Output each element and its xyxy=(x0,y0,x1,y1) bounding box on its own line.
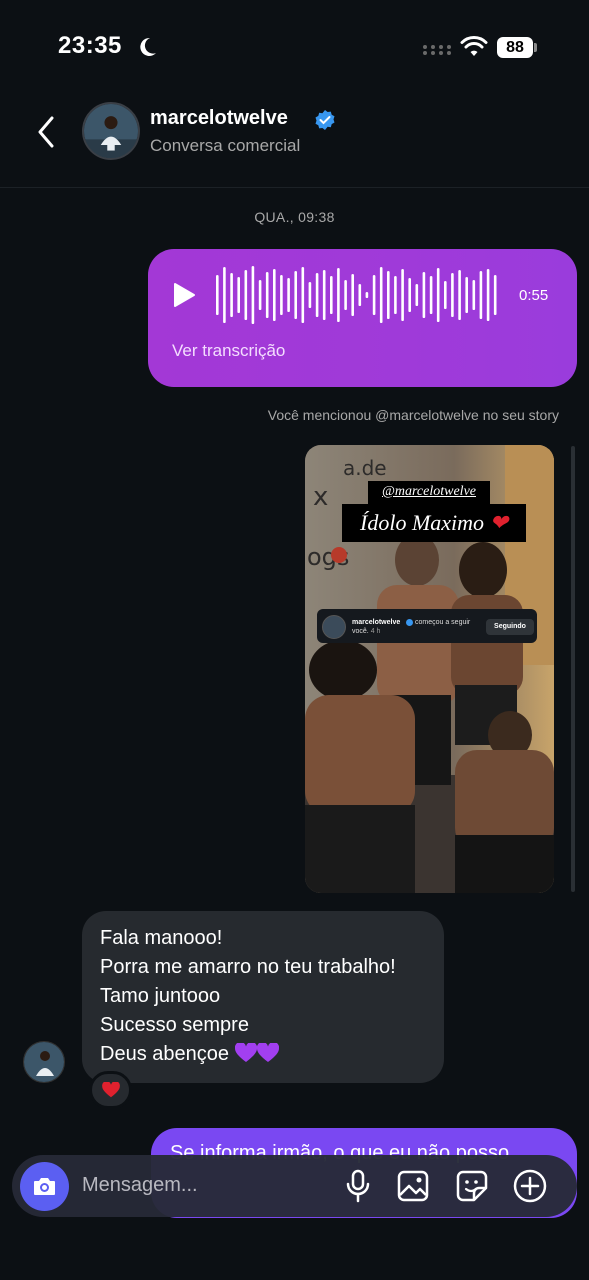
chat-username[interactable]: marcelotwelve xyxy=(150,107,288,130)
chevron-left-icon[interactable] xyxy=(34,114,60,150)
waveform[interactable] xyxy=(215,262,500,328)
waveform-bar xyxy=(444,281,447,309)
gallery-icon[interactable] xyxy=(396,1169,430,1203)
story-mention-note: Você mencionou @marcelotwelve no seu sto… xyxy=(267,407,559,423)
waveform-bar xyxy=(394,276,397,314)
follow-card-line2: você. 4 h xyxy=(352,628,381,635)
waveform-bar xyxy=(287,278,290,312)
waveform-bar xyxy=(322,270,326,320)
waveform-bar xyxy=(337,268,340,322)
microphone-icon[interactable] xyxy=(344,1169,372,1203)
red-heart-icon xyxy=(102,1082,120,1098)
waveform-bar xyxy=(230,273,233,317)
received-message-text: Fala manooo! Porra me amarro no teu trab… xyxy=(100,927,396,1065)
story-title: Ídolo Maximo ❤ xyxy=(360,510,508,535)
camera-button[interactable] xyxy=(20,1162,69,1211)
red-heart-icon: ❤ xyxy=(489,510,508,535)
waveform-bar xyxy=(216,275,219,315)
waveform-bar xyxy=(451,273,454,317)
waveform-bar xyxy=(223,267,226,323)
header-avatar[interactable] xyxy=(82,102,140,160)
purple-heart-icon xyxy=(256,1043,279,1062)
waveform-bar xyxy=(372,275,376,315)
story-scrollbar[interactable] xyxy=(571,446,575,892)
waveform-bar xyxy=(465,277,468,313)
waveform-bar xyxy=(265,272,269,318)
wifi-icon xyxy=(460,36,488,56)
waveform-bar xyxy=(472,280,476,310)
waveform-bar xyxy=(429,276,433,314)
signal-dots-icon xyxy=(423,45,451,55)
story-mention-tag: @marcelotwelve xyxy=(382,484,476,499)
header-divider xyxy=(0,187,589,188)
waveform-bar xyxy=(308,282,312,308)
waveform-bar xyxy=(251,266,255,324)
waveform-bar xyxy=(422,272,426,318)
waveform-bar xyxy=(387,271,390,319)
verified-badge-icon xyxy=(315,110,335,130)
follow-card-action: começou a seguir xyxy=(415,619,471,626)
waveform-bar xyxy=(280,275,283,315)
waveform-bar xyxy=(458,270,461,320)
svg-text:a.de: a.de xyxy=(343,456,387,480)
waveform-bar xyxy=(301,267,305,323)
sender-avatar[interactable] xyxy=(23,1041,65,1083)
waveform-bar xyxy=(415,284,419,306)
play-icon[interactable] xyxy=(172,282,196,308)
follow-card-avatar xyxy=(322,615,346,639)
waveform-bar xyxy=(237,277,240,313)
camera-icon xyxy=(34,1178,55,1195)
add-icon[interactable] xyxy=(512,1168,548,1204)
view-transcript-link[interactable]: Ver transcrição xyxy=(172,341,285,361)
message-reaction[interactable]: ❤️ xyxy=(89,1071,132,1109)
waveform-bar xyxy=(479,271,483,319)
waveform-bar xyxy=(258,280,262,310)
battery-cap xyxy=(534,43,537,52)
waveform-bar xyxy=(294,271,297,319)
status-time: 23:35 xyxy=(58,32,122,59)
verified-badge-icon xyxy=(406,619,413,626)
moon-icon xyxy=(140,37,156,56)
waveform-bar xyxy=(358,284,362,306)
waveform-bar xyxy=(408,278,411,312)
waveform-bar xyxy=(436,268,440,322)
waveform-bar xyxy=(365,292,369,298)
waveform-bar xyxy=(493,275,497,315)
message-input[interactable]: Mensagem... xyxy=(82,1174,198,1197)
waveform-bar xyxy=(330,276,333,314)
waveform-bar xyxy=(351,274,354,316)
voice-duration: 0:55 xyxy=(519,287,549,304)
chat-subtitle: Conversa comercial xyxy=(150,136,301,155)
waveform-bar xyxy=(379,267,383,323)
follow-card-name: marcelotwelve xyxy=(352,619,401,626)
waveform-bar xyxy=(401,269,404,321)
svg-text:x: x xyxy=(313,482,328,512)
waveform-bar xyxy=(315,273,319,317)
waveform-bar xyxy=(244,270,248,320)
waveform-bar xyxy=(344,280,347,310)
day-timestamp: QUA., 09:38 xyxy=(254,209,335,225)
following-button: Seguindo xyxy=(486,619,534,635)
waveform-bar xyxy=(273,269,276,321)
battery-icon: 88 xyxy=(497,37,533,58)
purple-heart-icon xyxy=(234,1043,257,1062)
sticker-icon[interactable] xyxy=(455,1169,489,1203)
waveform-bar xyxy=(486,269,490,321)
